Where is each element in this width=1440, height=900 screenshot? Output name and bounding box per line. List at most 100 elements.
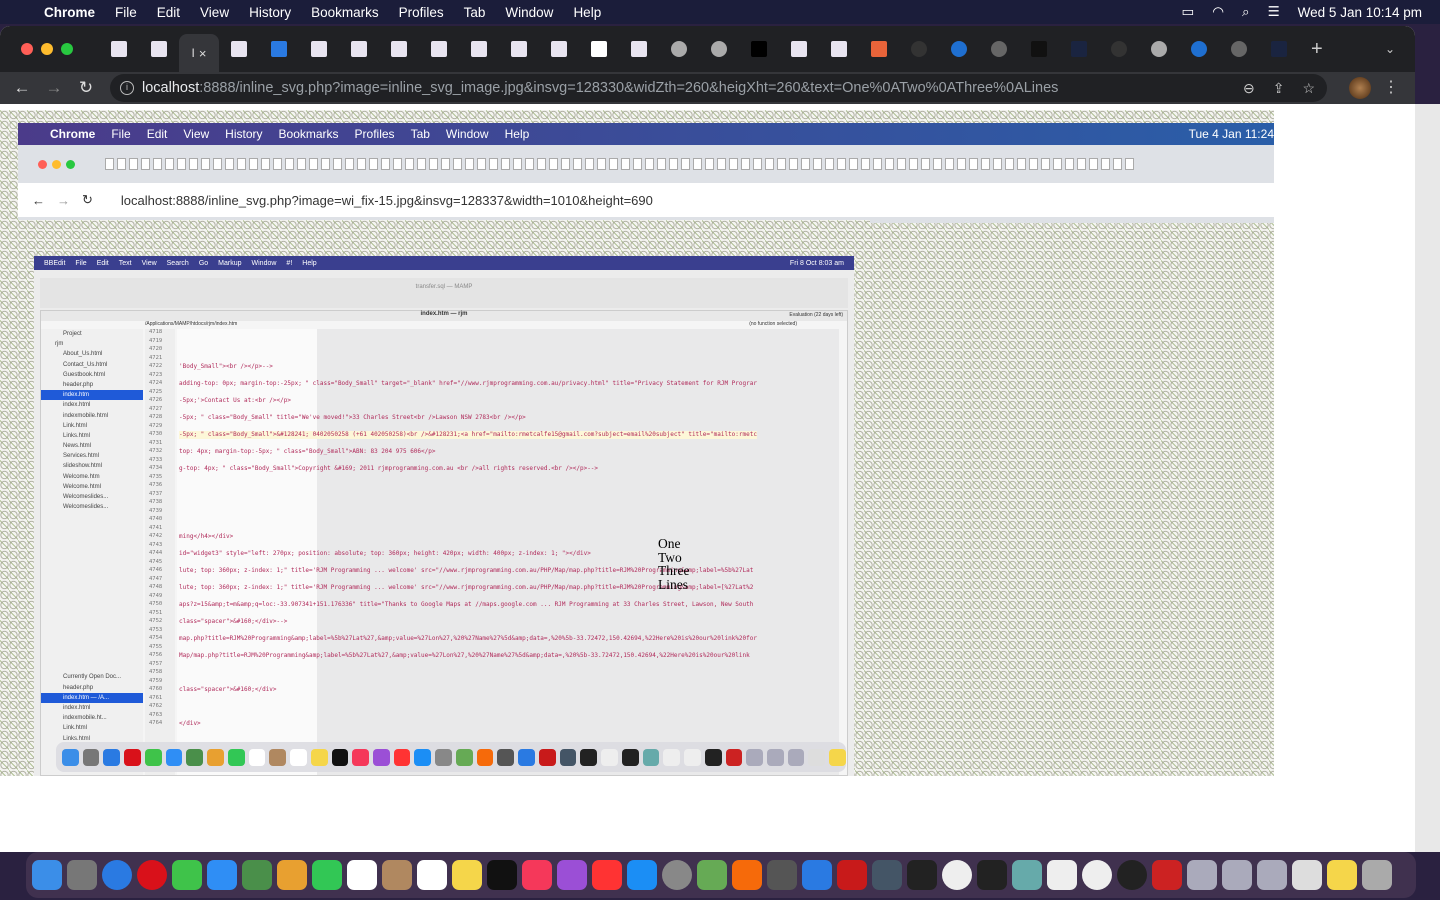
tv-icon[interactable] xyxy=(487,860,517,890)
menu-view[interactable]: View xyxy=(200,5,229,20)
xcode-icon[interactable] xyxy=(802,860,832,890)
wifi-icon[interactable]: ◠ xyxy=(1212,4,1224,20)
site-info-icon[interactable]: i xyxy=(120,81,134,95)
tab[interactable] xyxy=(779,32,819,66)
bbedit-icon[interactable] xyxy=(872,860,902,890)
folder-icon[interactable] xyxy=(1292,860,1322,890)
menu-bookmarks[interactable]: Bookmarks xyxy=(311,5,379,20)
opera-icon[interactable] xyxy=(137,860,167,890)
tab[interactable] xyxy=(1059,32,1099,66)
tab[interactable] xyxy=(1219,32,1259,66)
contacts-icon[interactable] xyxy=(382,860,412,890)
game-icon[interactable] xyxy=(697,860,727,890)
open-doc-item[interactable]: header.php xyxy=(41,683,143,693)
tab[interactable] xyxy=(139,32,179,66)
reload-button[interactable]: ↻ xyxy=(70,78,102,98)
news-icon[interactable] xyxy=(592,860,622,890)
firefox-icon[interactable] xyxy=(732,860,762,890)
menu-file[interactable]: File xyxy=(115,5,137,20)
tab[interactable] xyxy=(699,32,739,66)
menu-kebab-icon[interactable]: ⋮ xyxy=(1383,77,1399,97)
file-item[interactable]: Welcome.htm xyxy=(41,472,143,482)
tab[interactable] xyxy=(579,32,619,66)
control-center-icon[interactable]: ☰ xyxy=(1268,4,1280,20)
tab[interactable] xyxy=(459,32,499,66)
file-item[interactable]: header.php xyxy=(41,380,143,390)
reminders-icon[interactable] xyxy=(417,860,447,890)
calculator-icon[interactable] xyxy=(767,860,797,890)
menu-edit[interactable]: Edit xyxy=(157,5,180,20)
quicktime-icon[interactable] xyxy=(1117,860,1147,890)
tab[interactable] xyxy=(419,32,459,66)
tab[interactable] xyxy=(659,32,699,66)
maps-icon[interactable] xyxy=(242,860,272,890)
finder-icon[interactable] xyxy=(32,860,62,890)
file-item[interactable]: rjm xyxy=(41,339,143,349)
menu-help[interactable]: Help xyxy=(573,5,601,20)
bookmark-star-icon[interactable]: ☆ xyxy=(1302,80,1315,97)
tab[interactable] xyxy=(259,32,299,66)
app-store-icon[interactable] xyxy=(627,860,657,890)
file-item[interactable]: Contact_Us.html xyxy=(41,360,143,370)
github-icon[interactable] xyxy=(942,860,972,890)
tab[interactable] xyxy=(1099,32,1139,66)
menu-tab[interactable]: Tab xyxy=(464,5,486,20)
open-doc-item[interactable]: Link.html xyxy=(41,723,143,733)
preview-icon[interactable] xyxy=(1012,860,1042,890)
menu-window[interactable]: Window xyxy=(505,5,553,20)
file-item[interactable]: Welcome.html xyxy=(41,482,143,492)
tab[interactable] xyxy=(1259,32,1299,66)
menu-profiles[interactable]: Profiles xyxy=(399,5,444,20)
tab[interactable] xyxy=(99,32,139,66)
terminal-icon[interactable] xyxy=(907,860,937,890)
document-icon[interactable] xyxy=(1047,860,1077,890)
file-item[interactable]: Services.html xyxy=(41,451,143,461)
tab-close-icon[interactable]: × xyxy=(199,46,207,61)
acrobat-icon[interactable] xyxy=(1152,860,1182,890)
zoom-window-button[interactable] xyxy=(61,43,73,55)
file-item[interactable]: indexmobile.html xyxy=(41,411,143,421)
tab[interactable] xyxy=(739,32,779,66)
battery-icon[interactable]: ▭ xyxy=(1181,4,1194,20)
file-item[interactable]: Guestbook.html xyxy=(41,370,143,380)
tab[interactable] xyxy=(859,32,899,66)
back-button[interactable]: ← xyxy=(6,78,38,98)
open-doc-item[interactable]: index.html xyxy=(41,703,143,713)
file-item[interactable]: About_Us.html xyxy=(41,349,143,359)
messages-icon[interactable] xyxy=(172,860,202,890)
forward-button[interactable]: → xyxy=(38,78,70,98)
folder-icon[interactable] xyxy=(1257,860,1287,890)
tab[interactable] xyxy=(1179,32,1219,66)
tab[interactable] xyxy=(939,32,979,66)
tab[interactable] xyxy=(1139,32,1179,66)
profile-avatar[interactable] xyxy=(1349,77,1371,99)
menu-app[interactable]: Chrome xyxy=(44,5,95,20)
address-bar[interactable]: i localhost:8888/inline_svg.php?image=in… xyxy=(110,74,1327,102)
launchpad-icon[interactable] xyxy=(67,860,97,890)
tab[interactable] xyxy=(1019,32,1059,66)
tab-search-chevron-icon[interactable]: ⌄ xyxy=(1385,42,1395,56)
file-item[interactable]: News.html xyxy=(41,441,143,451)
clock[interactable]: Wed 5 Jan 10:14 pm xyxy=(1298,5,1422,20)
file-item[interactable]: Welcomeslides... xyxy=(41,502,143,512)
folder-icon[interactable] xyxy=(1222,860,1252,890)
notes-icon[interactable] xyxy=(452,860,482,890)
folder-icon[interactable] xyxy=(1327,860,1357,890)
tab[interactable] xyxy=(819,32,859,66)
menu-history[interactable]: History xyxy=(249,5,291,20)
tab[interactable] xyxy=(299,32,339,66)
intellij-icon[interactable] xyxy=(977,860,1007,890)
file-item[interactable]: index.html xyxy=(41,400,143,410)
tab[interactable] xyxy=(619,32,659,66)
photos-icon[interactable] xyxy=(277,860,307,890)
background-window[interactable] xyxy=(1415,104,1440,852)
open-doc-item[interactable]: index.htm — /A... xyxy=(41,692,143,703)
new-tab-button[interactable]: + xyxy=(1311,38,1323,61)
tab[interactable]: I × xyxy=(179,34,219,72)
calendar-icon[interactable] xyxy=(347,860,377,890)
file-item[interactable]: Links.html xyxy=(41,431,143,441)
search-icon[interactable]: ⌕ xyxy=(1242,4,1250,20)
system-preferences-icon[interactable] xyxy=(662,860,692,890)
tab[interactable] xyxy=(499,32,539,66)
chrome-icon[interactable] xyxy=(1082,860,1112,890)
